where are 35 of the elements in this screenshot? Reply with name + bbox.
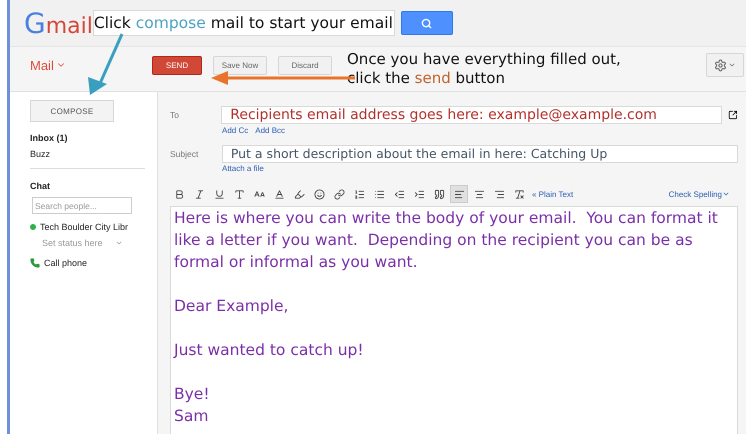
folder-link[interactable]: Buzz	[30, 146, 157, 162]
add-recipient-link[interactable]: Add Cc	[222, 126, 248, 135]
subject-label: Subject	[170, 149, 200, 159]
search-people-field[interactable]: Search people...	[32, 197, 132, 214]
settings-button[interactable]	[706, 53, 744, 77]
instruction-note: Once you have everything filled out, click the send button	[347, 50, 621, 88]
pointer-arrow	[88, 33, 124, 95]
toolbar-button[interactable]: Save Now	[213, 56, 267, 74]
send-button[interactable]: SEND	[152, 56, 202, 74]
caret-icon[interactable]	[114, 239, 123, 247]
attach-file-link[interactable]: Attach a file	[222, 164, 264, 173]
check-spelling-link[interactable]: Check Spelling	[668, 190, 730, 198]
to-field[interactable]: Recipients email address goes here: example@example.com	[221, 106, 722, 124]
search-icon	[421, 18, 432, 28]
chat-heading: Chat	[30, 181, 51, 191]
settings-icon	[714, 58, 727, 72]
gmail-logo: Gmail	[24, 6, 93, 40]
contact-name[interactable]: Tech Boulder City Libr	[40, 222, 128, 232]
popout-icon[interactable]	[728, 110, 738, 120]
compose-button[interactable]: COMPOSE	[30, 100, 114, 122]
caret-icon	[728, 61, 736, 69]
plain-text-link[interactable]: « Plain Text	[532, 190, 574, 198]
mail-menu[interactable]: Mail	[10, 56, 152, 74]
align-left-icon[interactable]	[450, 185, 468, 203]
folder-link[interactable]: Inbox (1)	[30, 130, 157, 146]
subject-field[interactable]: Put a short description about the email in here: Catching Up	[222, 145, 738, 163]
message-body-field[interactable]: Here is where you can write the body of your email. You can format it like a letter if you want. Depending on the recipient you can be as formal or informal as you want. Dear Example, Just wanted to catch up! Bye! Sam	[170, 206, 738, 434]
add-recipient-link[interactable]: Add Bcc	[255, 126, 286, 135]
phone-icon	[30, 258, 40, 268]
call-phone-link[interactable]: Call phone	[44, 258, 88, 268]
to-label: To	[170, 110, 180, 120]
search-field[interactable]: Click compose mail to start your email	[92, 10, 395, 36]
search-button[interactable]	[400, 11, 453, 35]
toolbar-button[interactable]: Discard	[278, 56, 332, 74]
caret-icon	[722, 190, 730, 198]
